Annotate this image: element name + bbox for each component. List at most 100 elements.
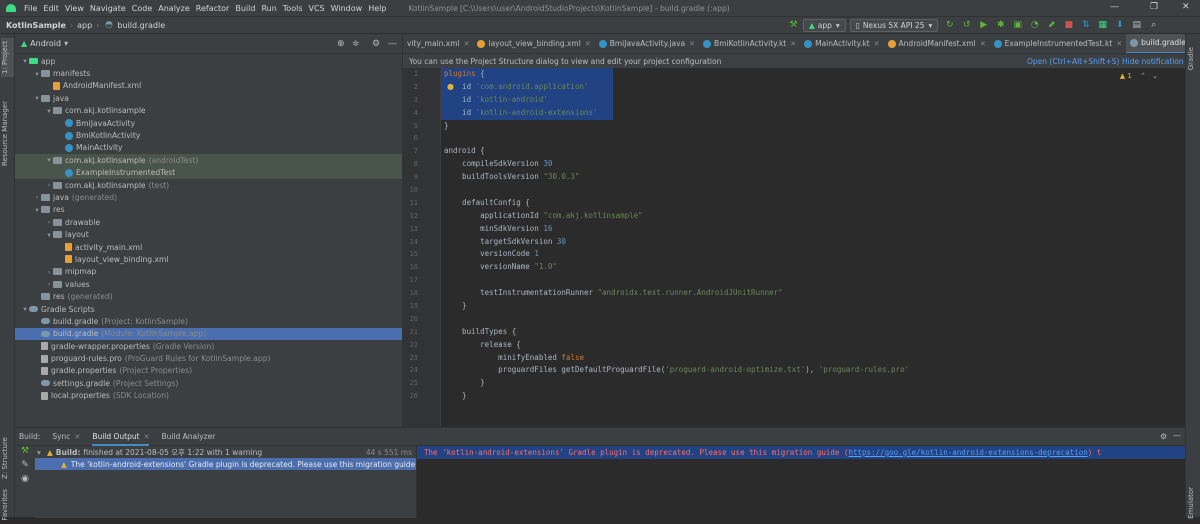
close-icon[interactable]: ✕ [1116, 40, 1122, 48]
menu-tools[interactable]: Tools [283, 4, 303, 13]
editor-tab[interactable]: build.gradle (:app)✕ [1126, 34, 1185, 53]
lightbulb-icon[interactable]: ● [447, 82, 454, 91]
migration-guide-link[interactable]: https://goo.gle/kotlin-android-extension… [848, 448, 1087, 457]
expanded-arrow-icon[interactable]: ▾ [45, 231, 53, 239]
apply-code-changes-icon[interactable]: ↺ [961, 20, 972, 31]
tree-item[interactable]: › java (generated) [15, 191, 402, 203]
project-tool-tab[interactable]: 1: Project [1, 38, 14, 77]
code-line[interactable] [441, 132, 1186, 145]
tree-item[interactable]: ▾ res [15, 204, 402, 216]
eye-icon[interactable]: ◉ [15, 474, 35, 488]
hide-notification-link[interactable]: Hide notification [1122, 57, 1184, 66]
editor-tab[interactable]: MainActivity.kt ✕ [800, 34, 883, 53]
tab-sync[interactable]: Sync ✕ [52, 432, 80, 441]
menu-build[interactable]: Build [235, 4, 255, 13]
code-line[interactable]: testInstrumentationRunner "androidx.test… [441, 287, 1186, 300]
code-line[interactable]: } [441, 390, 1186, 403]
tree-item[interactable]: layout_view_binding.xml [15, 253, 402, 265]
breadcrumb-file[interactable]: build.gradle [117, 21, 165, 30]
pin-icon[interactable]: ✎ [15, 460, 35, 474]
collapsed-arrow-icon[interactable]: › [45, 280, 53, 288]
debug-icon[interactable]: ✱ [995, 20, 1006, 31]
code-line[interactable]: compileSdkVersion 30 [441, 158, 1186, 171]
tree-item[interactable]: ▾ manifests [15, 67, 402, 79]
code-line[interactable]: } [441, 300, 1186, 313]
code-line[interactable]: targetSdkVersion 30 [441, 236, 1186, 249]
code-area[interactable]: 1 2 3 4 5 6 7 8 9 10 11 12 13 14 15 16 17 18 19 20 21 22 23 24 2… [403, 68, 1186, 427]
editor-tab[interactable]: ExampleInstrumentedTest.kt ✕ [990, 34, 1127, 53]
tab-build-output[interactable]: Build Output ✕ [92, 428, 150, 446]
tree-item[interactable]: › values [15, 278, 402, 290]
attach-debugger-icon[interactable]: ⬈ [1046, 20, 1057, 31]
tree-item[interactable]: ExampleInstrumentedTest [15, 166, 402, 179]
menu-window[interactable]: Window [331, 4, 363, 13]
close-icon[interactable]: ✕ [689, 40, 695, 48]
device-select[interactable]: ▯ Nexus 5X API 25 ▾ [849, 19, 939, 32]
tree-item[interactable]: ▾ com.akj.kotlinsample [15, 105, 402, 117]
menu-run[interactable]: Run [261, 4, 276, 13]
expanded-arrow-icon[interactable]: ▾ [33, 94, 41, 102]
menu-refactor[interactable]: Refactor [196, 4, 230, 13]
emulator-tool-tab[interactable]: Emulator [1187, 484, 1200, 522]
collapsed-arrow-icon[interactable]: › [45, 268, 53, 276]
collapse-icon[interactable]: ≑ [352, 39, 360, 49]
tree-item[interactable]: ▾ java [15, 92, 402, 104]
tree-item[interactable]: ▾ com.akj.kotlinsample (androidTest) [15, 154, 402, 167]
expanded-arrow-icon[interactable]: ▾ [21, 57, 29, 65]
editor-tab[interactable]: layout_view_binding.xml ✕ [473, 34, 594, 53]
structure-tool-tab[interactable]: Z: Structure [1, 434, 14, 482]
close-icon[interactable]: ✕ [790, 40, 796, 48]
tree-item[interactable]: › drawable [15, 216, 402, 228]
hammer-icon[interactable]: ⚒ [15, 446, 35, 460]
tree-item[interactable]: MainActivity [15, 142, 402, 154]
tree-item[interactable]: › com.akj.kotlinsample (test) [15, 179, 402, 191]
tree-item[interactable]: AndroidManifest.xml [15, 80, 402, 92]
favorites-tool-tab[interactable]: Favorites [1, 486, 14, 524]
inspection-warning-badge[interactable]: ▲ 1 ⌃ ⌄ [1120, 72, 1158, 80]
tree-item[interactable]: gradle.properties (Project Properties) [15, 365, 402, 377]
menu-navigate[interactable]: Navigate [90, 4, 126, 13]
expanded-arrow-icon[interactable]: ▾ [21, 305, 29, 313]
code-line[interactable]: buildToolsVersion "30.0.3" [441, 171, 1186, 184]
tree-item[interactable]: ▾ layout [15, 228, 402, 240]
expanded-arrow-icon[interactable]: ▾ [33, 206, 41, 214]
code-line[interactable] [441, 274, 1186, 287]
code-line[interactable]: id 'kotlin-android-extensions' [441, 106, 613, 120]
code-line[interactable]: plugins { [441, 68, 613, 81]
chevron-down-icon[interactable]: ▾ [64, 39, 68, 48]
editor-tab[interactable]: BmiKotlinActivity.kt ✕ [699, 34, 800, 53]
layout-inspector-icon[interactable]: ▤ [1131, 20, 1142, 31]
stop-icon[interactable]: ■ [1063, 20, 1074, 31]
code-line[interactable]: release { [441, 339, 1186, 352]
menu-help[interactable]: Help [368, 4, 386, 13]
build-warning-row[interactable]: ▲ The 'kotlin-android-extensions' Gradle… [35, 458, 416, 470]
tree-item[interactable]: BmiKotlinActivity [15, 129, 402, 141]
code-line[interactable]: android { [441, 145, 1186, 158]
chevron-down-icon[interactable]: ⌄ [1152, 72, 1158, 80]
code-line[interactable] [441, 184, 1186, 197]
tree-item[interactable]: res (generated) [15, 290, 402, 302]
code-line[interactable]: defaultConfig { [441, 197, 1186, 210]
run-icon[interactable]: ▶ [978, 20, 989, 31]
chevron-up-icon[interactable]: ⌃ [1140, 72, 1146, 80]
hide-panel-icon[interactable]: — [388, 39, 397, 49]
hammer-icon[interactable]: ⚒ [788, 20, 799, 31]
editor-tab[interactable]: vity_main.xml ✕ [403, 34, 473, 53]
build-status-row[interactable]: ▾ ▲ Build: finished at 2021-08-05 오후 1:2… [35, 446, 416, 458]
run-config-select[interactable]: ▲ app ▾ [803, 19, 846, 32]
tree-item[interactable]: build.gradle (Project: KotlinSample) [15, 315, 402, 327]
sdk-manager-icon[interactable]: ⬇ [1114, 20, 1125, 31]
apply-changes-icon[interactable]: ↻ [944, 20, 955, 31]
minimize-button[interactable]: — [1110, 2, 1119, 12]
tree-item[interactable]: settings.gradle (Project Settings) [15, 377, 402, 389]
gradle-tool-tab[interactable]: Gradle [1187, 44, 1200, 73]
code-line[interactable]: id 'com.android.application' [441, 80, 613, 94]
tree-item[interactable]: BmiJavaActivity [15, 117, 402, 129]
menu-vcs[interactable]: VCS [309, 4, 325, 13]
resource-manager-tool-tab[interactable]: Resource Manager [1, 98, 14, 169]
code-line[interactable]: versionName "1.0" [441, 261, 1186, 274]
tree-item[interactable]: local.properties (SDK Location) [15, 390, 402, 402]
code-line[interactable]: versionCode 1 [441, 248, 1186, 261]
coverage-icon[interactable]: ▣ [1012, 20, 1023, 31]
close-icon[interactable]: ✕ [144, 433, 150, 441]
